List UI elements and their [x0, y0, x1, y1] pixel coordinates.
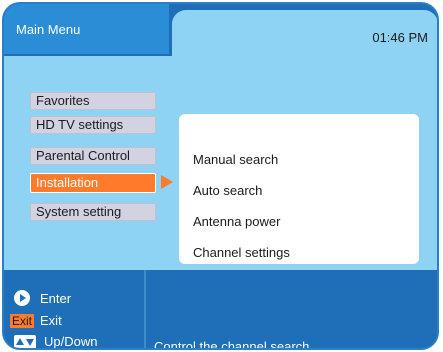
- header-title-panel: Main Menu: [4, 4, 169, 54]
- menu-item-hd-tv-settings[interactable]: HD TV settings: [30, 116, 156, 134]
- exit-key-icon: Exit: [10, 313, 35, 328]
- submenu-item-manual-search[interactable]: Manual search: [193, 152, 278, 167]
- menu-item-favorites[interactable]: Favorites: [30, 92, 156, 110]
- footer-bar: Enter Exit Exit Up/Down Control the chan…: [4, 270, 437, 350]
- clock: 01:46 PM: [372, 30, 428, 45]
- updown-label: Up/Down: [44, 334, 98, 349]
- up-down-icon: [14, 334, 36, 348]
- menu-body: Favorites HD TV settings Parental Contro…: [4, 56, 437, 270]
- menu-item-installation[interactable]: Installation: [30, 173, 156, 193]
- submenu-item-auto-search[interactable]: Auto search: [193, 183, 262, 198]
- header-clock-panel: 01:46 PM: [172, 10, 437, 58]
- enter-label: Enter: [40, 290, 72, 306]
- menu-item-system-setting[interactable]: System setting: [30, 203, 156, 221]
- exit-hint: Exit Exit: [10, 313, 62, 328]
- submenu-item-channel-settings[interactable]: Channel settings: [193, 245, 290, 260]
- footer-divider: [144, 270, 146, 348]
- tv-menu-screen: Main Menu 01:46 PM Favorites HD TV setti…: [0, 0, 443, 352]
- selection-arrow-icon: [161, 175, 173, 189]
- help-text: Control the channel search: [154, 339, 310, 350]
- updown-hint: Up/Down: [14, 334, 98, 349]
- submenu-item-antenna-power[interactable]: Antenna power: [193, 214, 280, 229]
- menu-item-parental-control[interactable]: Parental Control: [30, 147, 156, 165]
- page-title: Main Menu: [16, 22, 81, 37]
- menu-frame: Main Menu 01:46 PM Favorites HD TV setti…: [2, 2, 439, 350]
- exit-label: Exit: [40, 313, 62, 328]
- enter-hint: Enter: [14, 290, 71, 306]
- play-icon: [14, 290, 30, 306]
- submenu-panel: Manual search Auto search Antenna power …: [179, 114, 419, 264]
